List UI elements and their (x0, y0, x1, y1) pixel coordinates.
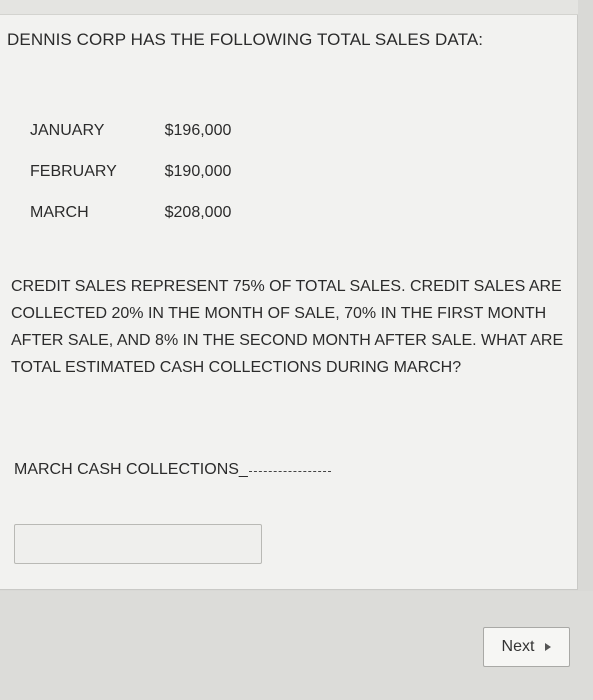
sales-amount: $208,000 (164, 203, 232, 221)
month-label: FEBRUARY (30, 162, 117, 180)
answer-prompt: MARCH CASH COLLECTIONS_ (14, 461, 331, 479)
month-label: JANUARY (30, 121, 105, 139)
answer-blank-line (248, 471, 331, 472)
sales-amount: $196,000 (164, 121, 232, 139)
table-row: MARCH $208,000 (30, 192, 246, 233)
table-row: FEBRUARY $190,000 (30, 151, 246, 192)
next-button[interactable]: Next (483, 627, 570, 667)
table-row: JANUARY $196,000 (30, 110, 246, 151)
answer-label: MARCH CASH COLLECTIONS_ (14, 461, 248, 478)
answer-input[interactable] (14, 524, 262, 564)
month-label: MARCH (30, 203, 89, 221)
sales-amount: $190,000 (164, 162, 232, 180)
next-button-label: Next (501, 638, 535, 655)
question-card: DENNIS CORP HAS THE FOLLOWING TOTAL SALE… (0, 0, 578, 590)
right-triangle-icon (545, 643, 552, 651)
question-body: CREDIT SALES REPRESENT 75% OF TOTAL SALE… (11, 278, 564, 376)
question-heading: DENNIS CORP HAS THE FOLLOWING TOTAL SALE… (7, 30, 484, 49)
card-top-edge (0, 0, 578, 15)
sales-table: JANUARY $196,000 FEBRUARY $190,000 MARCH… (30, 110, 246, 233)
